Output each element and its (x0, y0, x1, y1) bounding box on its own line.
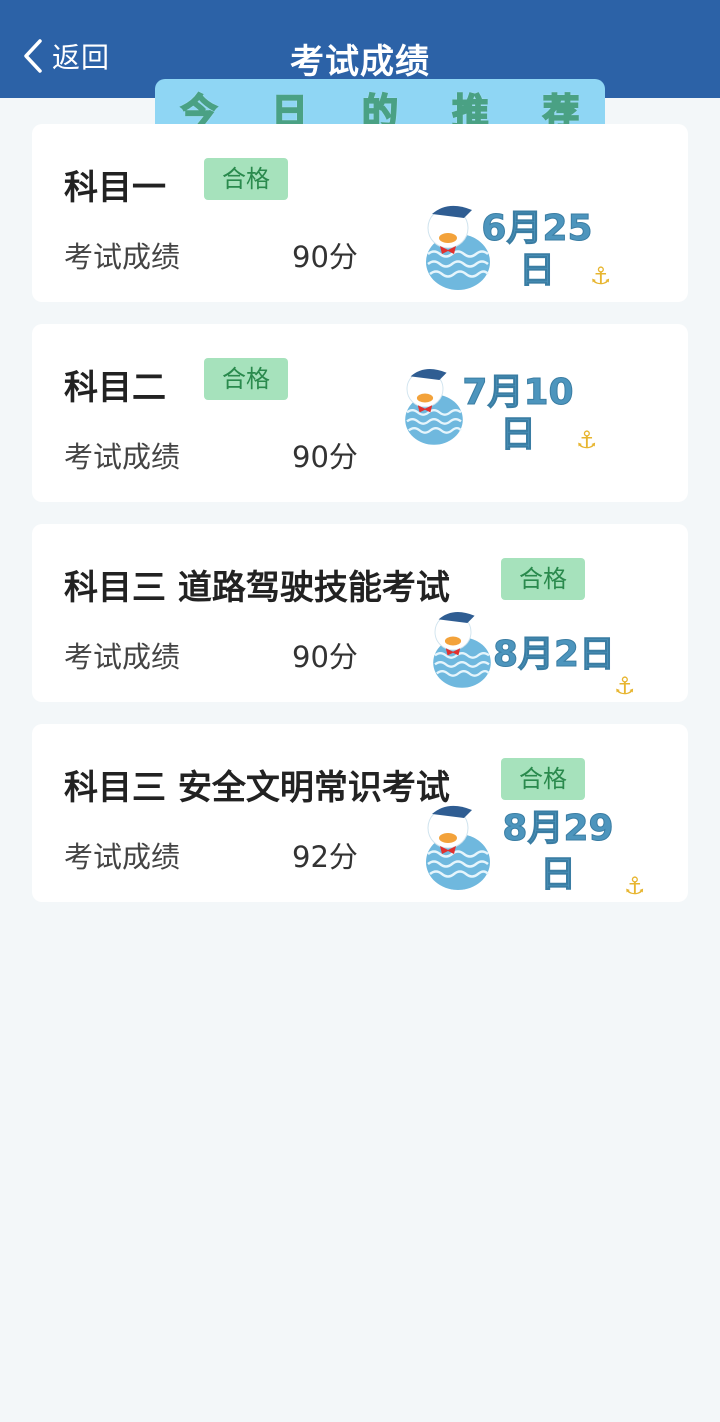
score-label: 考试成绩 (64, 240, 181, 274)
score-label: 考试成绩 (64, 640, 181, 674)
result-card[interactable]: 科目三 安全文明常识考试 合格 考试成绩 92分 8月29 日 ⚓ (32, 724, 688, 902)
anchor-icon: ⚓ (624, 872, 646, 900)
date-sticker-line2: 日 (539, 854, 576, 896)
date-sticker: 6月25 (481, 208, 593, 250)
status-badge: 合格 (204, 358, 288, 400)
date-sticker-line2: 日 (499, 414, 536, 456)
result-card[interactable]: 科目二 合格 考试成绩 90分 7月10 日 ⚓ (32, 324, 688, 502)
subject-title: 科目二 (64, 368, 166, 408)
subject-title: 科目一 (64, 168, 166, 208)
result-card[interactable]: 科目一 合格 考试成绩 90分 6月25 日 ⚓ (32, 124, 688, 302)
date-sticker: 7月10 (462, 372, 574, 414)
score-label: 考试成绩 (64, 440, 181, 474)
status-badge: 合格 (501, 758, 585, 800)
score-value: 90分 (292, 440, 358, 474)
anchor-icon: ⚓ (614, 672, 636, 700)
date-sticker: 8月2日 (492, 634, 616, 676)
status-badge: 合格 (501, 558, 585, 600)
anchor-icon: ⚓ (590, 262, 612, 290)
result-card[interactable]: 科目三 道路驾驶技能考试 合格 考试成绩 90分 8月2日 ⚓ (32, 524, 688, 702)
subject-title: 科目三 道路驾驶技能考试 (64, 568, 450, 608)
subject-title: 科目三 安全文明常识考试 (64, 768, 450, 808)
page-title: 考试成绩 (290, 42, 430, 82)
anchor-icon: ⚓ (576, 426, 598, 454)
score-label: 考试成绩 (64, 840, 181, 874)
date-sticker-line2: 日 (518, 250, 555, 292)
date-sticker: 8月29 (502, 808, 614, 850)
score-value: 90分 (292, 240, 358, 274)
score-value: 90分 (292, 640, 358, 674)
status-badge: 合格 (204, 158, 288, 200)
duck-sticker-icon (426, 805, 490, 890)
score-value: 92分 (292, 840, 358, 874)
